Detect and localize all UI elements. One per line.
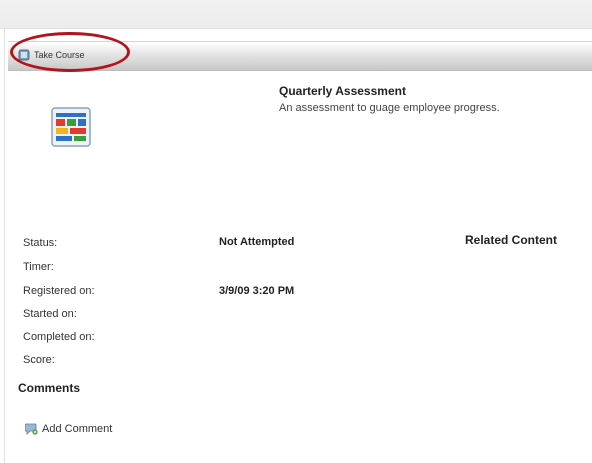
completed-label: Completed on: — [23, 331, 95, 343]
score-label: Score: — [23, 354, 55, 366]
add-comment-label: Add Comment — [42, 422, 113, 435]
registered-label: Registered on: — [23, 285, 95, 297]
status-label: Status: — [23, 237, 58, 249]
left-border — [4, 28, 5, 463]
started-label: Started on: — [23, 308, 77, 320]
add-comment-link[interactable]: Add Comment — [24, 422, 113, 435]
course-title: Quarterly Assessment — [279, 84, 406, 98]
top-bar — [0, 0, 592, 29]
timer-label: Timer: — [23, 261, 54, 273]
registered-value: 3/9/09 3:20 PM — [219, 285, 295, 297]
course-thumbnail-icon — [51, 107, 91, 147]
course-description: An assessment to guage employee progress… — [279, 102, 500, 114]
take-course-label: Take Course — [34, 50, 85, 60]
course-play-icon — [18, 49, 30, 61]
add-comment-icon — [24, 422, 38, 435]
take-course-button[interactable]: Take Course — [18, 46, 85, 64]
comments-heading: Comments — [18, 381, 81, 395]
status-value: Not Attempted — [219, 236, 295, 248]
related-content-heading: Related Content — [465, 233, 558, 247]
course-toolbar — [8, 41, 592, 71]
